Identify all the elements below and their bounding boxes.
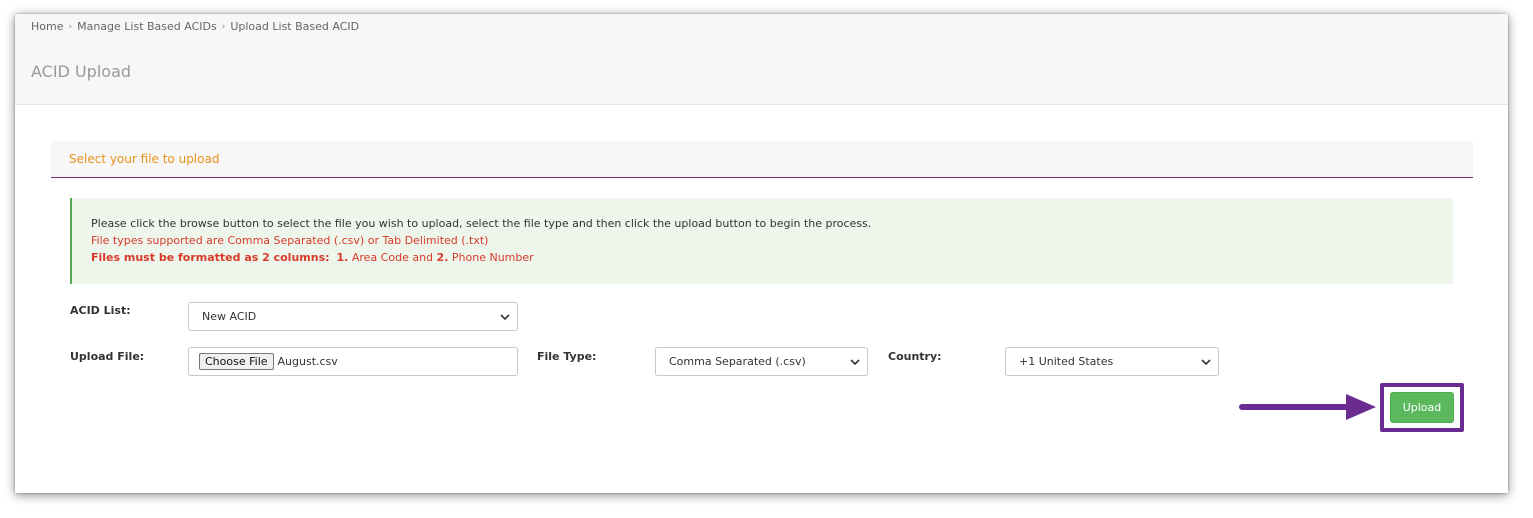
page-title: ACID Upload — [31, 62, 132, 81]
chevron-down-icon — [1201, 359, 1211, 366]
info-alert: Please click the browse button to select… — [70, 198, 1453, 284]
country-label: Country: — [888, 350, 942, 363]
format-number-1: 1. — [336, 251, 349, 264]
acid-list-label: ACID List: — [70, 304, 131, 317]
format-number-2: 2. — [436, 251, 449, 264]
upload-button[interactable]: Upload — [1390, 392, 1454, 423]
selected-file-name: August.csv — [277, 355, 338, 368]
file-type-selected-value: Comma Separated (.csv) — [669, 355, 806, 368]
acid-list-selected-value: New ACID — [202, 310, 257, 323]
file-type-select[interactable]: Comma Separated (.csv) — [655, 347, 868, 376]
upload-file-input[interactable]: Choose File August.csv — [188, 347, 518, 376]
breadcrumb-current-page: Upload List Based ACID — [230, 20, 360, 33]
info-format-requirement: Files must be formatted as 2 columns: 1.… — [91, 251, 534, 264]
arrow-right-icon — [1239, 394, 1376, 420]
country-select[interactable]: +1 United States — [1005, 347, 1219, 376]
breadcrumb-home-link[interactable]: Home — [31, 20, 63, 33]
breadcrumb-manage-acids-link[interactable]: Manage List Based ACIDs — [77, 20, 217, 33]
chevron-right-icon: › — [68, 21, 73, 32]
format-area-code: Area Code and — [351, 251, 434, 264]
panel-heading: Select your file to upload — [51, 141, 1473, 178]
format-requirement-bold: Files must be formatted as 2 columns: — [91, 251, 330, 264]
upload-highlight-frame: Upload — [1380, 383, 1464, 432]
app-window: Home › Manage List Based ACIDs › Upload … — [15, 14, 1508, 493]
panel-heading-text: Select your file to upload — [69, 152, 220, 166]
choose-file-button[interactable]: Choose File — [199, 353, 274, 370]
info-supported-types: File types supported are Comma Separated… — [91, 234, 489, 247]
acid-list-select[interactable]: New ACID — [188, 302, 518, 331]
upload-file-label: Upload File: — [70, 350, 145, 363]
page-header: Home › Manage List Based ACIDs › Upload … — [15, 14, 1508, 105]
chevron-down-icon — [850, 359, 860, 366]
breadcrumb: Home › Manage List Based ACIDs › Upload … — [31, 20, 359, 33]
info-instructions: Please click the browse button to select… — [91, 217, 872, 230]
chevron-right-icon: › — [221, 21, 226, 32]
chevron-down-icon — [500, 314, 510, 321]
file-type-label: File Type: — [537, 350, 597, 363]
country-selected-value: +1 United States — [1019, 355, 1114, 368]
format-phone-number: Phone Number — [451, 251, 534, 264]
